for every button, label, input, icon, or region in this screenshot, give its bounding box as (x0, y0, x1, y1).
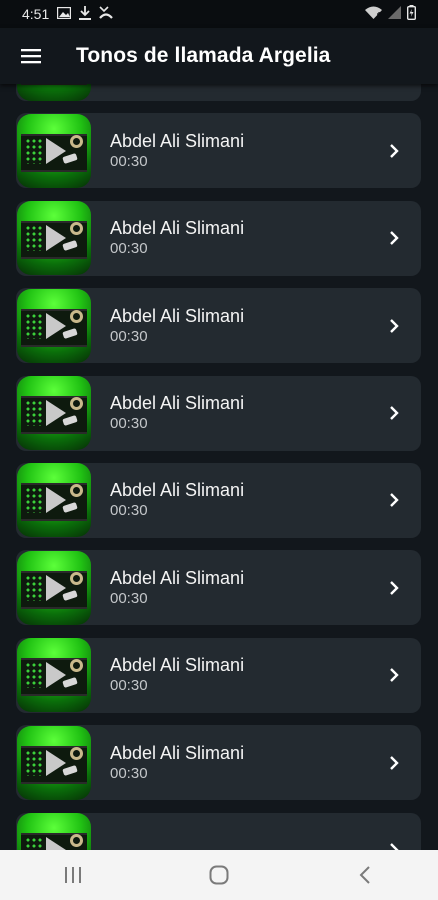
gear-icon (70, 571, 83, 585)
ringtone-item[interactable]: Abdel Ali Slimani00:30 (16, 113, 421, 189)
battery-icon (406, 5, 416, 23)
ringtone-title: Abdel Ali Slimani (110, 218, 245, 239)
chevron-right-icon[interactable] (389, 405, 399, 426)
ringtone-duration: 00:30 (110, 764, 148, 782)
chevron-right-icon[interactable] (389, 318, 399, 339)
image-icon (57, 6, 72, 22)
status-time: 4:51 (22, 6, 50, 22)
wifi-icon (365, 6, 382, 22)
ringtone-title: Abdel Ali Slimani (110, 393, 245, 414)
chevron-right-icon[interactable] (389, 143, 399, 164)
ringtone-thumbnail (17, 725, 91, 800)
ringtone-duration: 00:30 (110, 327, 148, 345)
ringtone-duration: 00:30 (110, 84, 244, 85)
ringtone-item[interactable]: Abdel Ali Slimani00:30 (16, 375, 421, 451)
ringtone-thumbnail (17, 376, 91, 451)
ringtone-duration: 00:30 (110, 502, 148, 520)
gear-icon (70, 309, 83, 323)
gear-icon (70, 134, 83, 148)
app-title: Tonos de llamada Argelia (76, 44, 331, 67)
chevron-right-icon[interactable] (389, 842, 399, 850)
ringtone-item[interactable]: Abdel Ali Slimani00:30 (16, 725, 421, 801)
gear-icon (70, 834, 83, 848)
ringtone-duration: 00:30 (110, 240, 148, 258)
ringtone-title: Abdel Ali Slimani (110, 742, 245, 763)
recent-apps-icon[interactable] (43, 855, 103, 895)
ringtone-title: Abdel Ali Slimani (110, 130, 245, 151)
signal-icon (388, 6, 401, 22)
ringtone-item[interactable]: Abdel Ali Slimani00:30 (16, 84, 421, 101)
ringtone-item[interactable]: Abdel Ali Slimani00:30 (16, 200, 421, 276)
gear-icon (70, 746, 83, 760)
download-icon (79, 5, 92, 23)
menu-icon[interactable] (16, 41, 46, 71)
ringtone-thumbnail (17, 550, 91, 625)
ringtone-title: Abdel Ali Slimani (110, 480, 245, 501)
ringtone-thumbnail (17, 84, 91, 101)
missed-call-icon (99, 6, 114, 22)
gear-icon (70, 397, 83, 411)
ringtone-item[interactable]: Abdel Ali Slimani00:30 (16, 462, 421, 538)
ringtone-thumbnail (17, 813, 91, 850)
ringtone-list[interactable]: Abdel Ali Slimani 00:30 Abdel Ali Slimani 0… (0, 84, 438, 850)
chevron-right-icon[interactable] (389, 492, 399, 513)
chevron-right-icon[interactable] (389, 230, 399, 251)
ringtone-duration: 00:30 (110, 415, 148, 433)
ringtone-duration: 00:30 (110, 677, 148, 695)
ringtone-thumbnail (17, 288, 91, 363)
ringtone-title: Abdel Ali Slimani (110, 655, 245, 676)
chevron-right-icon[interactable] (389, 667, 399, 688)
ringtone-title: Abdel Ali Slimani (110, 305, 245, 326)
ringtone-item[interactable] (16, 812, 421, 850)
ringtone-thumbnail (17, 201, 91, 276)
back-icon[interactable] (335, 855, 395, 895)
status-bar: 4:51 (0, 0, 438, 28)
ringtone-thumbnail (17, 463, 91, 538)
home-icon[interactable] (189, 855, 249, 895)
system-nav-bar (0, 850, 438, 900)
ringtone-thumbnail (17, 638, 91, 713)
app-bar: Tonos de llamada Argelia (0, 28, 438, 84)
ringtone-item[interactable]: Abdel Ali Slimani00:30 (16, 288, 421, 364)
ringtone-thumbnail (17, 113, 91, 188)
ringtone-duration: 00:30 (110, 589, 148, 607)
play-icon (46, 837, 66, 850)
chevron-right-icon[interactable] (389, 755, 399, 776)
chevron-right-icon[interactable] (389, 580, 399, 601)
ringtone-duration: 00:30 (110, 152, 148, 170)
ringtone-item[interactable]: Abdel Ali Slimani00:30 (16, 637, 421, 713)
ringtone-title: Abdel Ali Slimani (110, 567, 245, 588)
ringtone-item[interactable]: Abdel Ali Slimani00:30 (16, 550, 421, 626)
